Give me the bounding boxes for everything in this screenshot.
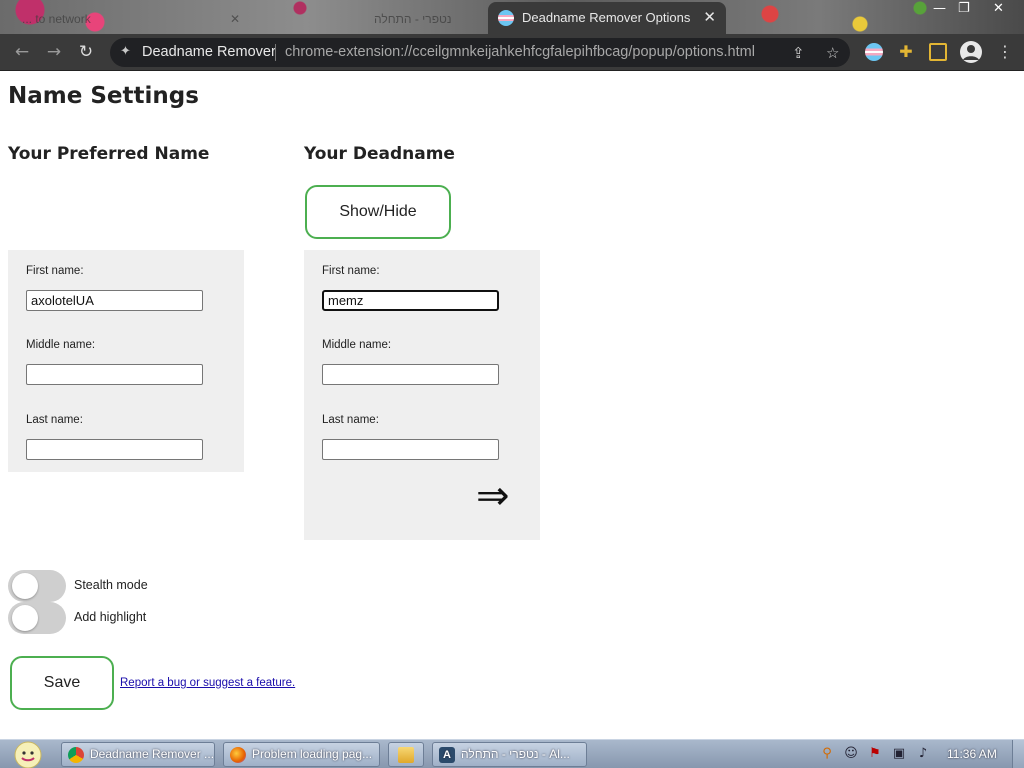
toggle-track[interactable] (8, 570, 66, 602)
taskbar-button-label: Problem loading pag... (252, 747, 373, 761)
deadname-card: First name: Middle name: Last name: ⇒ (304, 250, 540, 540)
deadname-middle-name-input[interactable] (322, 364, 499, 385)
taskbar-button-chrome[interactable]: Deadname Remover ... (61, 742, 215, 767)
address-separator (275, 44, 276, 61)
deadname-remover-extension-icon[interactable] (865, 43, 883, 61)
share-icon[interactable]: ⇪ (792, 44, 805, 62)
toggle-knob (12, 605, 38, 631)
firefox-icon (230, 747, 246, 763)
back-arrow-icon[interactable]: ← (12, 42, 32, 62)
chrome-icon (68, 747, 84, 763)
smiley-tray-icon[interactable]: ☺ (843, 746, 859, 762)
volume-tray-icon[interactable]: ♪ (915, 746, 931, 762)
preferred-first-name-input[interactable] (26, 290, 203, 311)
folder-icon (398, 747, 414, 763)
save-button[interactable]: Save (10, 656, 114, 710)
restore-window-icon[interactable]: ❐ (958, 1, 970, 16)
stealth-mode-label: Stealth mode (74, 578, 148, 592)
kebab-menu-icon[interactable]: ⋮ (996, 43, 1014, 61)
side-panel-icon[interactable] (929, 43, 947, 61)
site-name: Deadname Remover (142, 44, 276, 60)
add-highlight-label: Add highlight (74, 610, 147, 624)
browser-tab-strip: ... to network ✕ נטפרי - התחלה Deadname … (0, 0, 1024, 34)
flag-error-tray-icon[interactable]: ⚑ (867, 746, 883, 762)
taskbar-button-firefox[interactable]: Problem loading pag... (223, 742, 380, 767)
report-bug-link[interactable]: Report a bug or suggest a feature. (120, 677, 295, 689)
preferred-middle-name-input[interactable] (26, 364, 203, 385)
reload-icon[interactable]: ↻ (76, 42, 96, 62)
deadname-heading: Your Deadname (304, 144, 455, 164)
bookmark-star-icon[interactable]: ☆ (826, 44, 839, 62)
taskbar: Deadname Remover ... Problem loading pag… (0, 739, 1024, 768)
background-tab[interactable]: ... to network (22, 6, 91, 32)
active-tab[interactable]: Deadname Remover Options ✕ (488, 2, 726, 34)
background-tab-title: נטפרי - התחלה (374, 12, 452, 26)
deadname-last-name-label: Last name: (322, 414, 379, 426)
preferred-name-card: First name: Middle name: Last name: (8, 250, 244, 472)
background-tab[interactable]: נטפרי - התחלה (374, 6, 452, 32)
app-a-icon: A (439, 747, 455, 763)
preferred-middle-name-label: Middle name: (26, 339, 96, 351)
preferred-last-name-label: Last name: (26, 414, 83, 426)
profile-avatar-icon[interactable] (960, 41, 982, 63)
deadname-middle-name-label: Middle name: (322, 339, 392, 351)
forward-arrow-icon[interactable]: → (44, 42, 64, 62)
preferred-first-name-label: First name: (26, 265, 84, 277)
background-tab-close[interactable]: ✕ (230, 6, 240, 32)
deadname-first-name-label: First name: (322, 265, 380, 277)
toggle-track[interactable] (8, 602, 66, 634)
deadname-last-name-input[interactable] (322, 439, 499, 460)
close-tab-icon[interactable]: ✕ (703, 8, 716, 26)
taskbar-button-label: נטפרי - התחלה - Al... (461, 747, 570, 761)
network-tray-icon[interactable]: ▣ (891, 746, 907, 762)
taskbar-button-app[interactable]: A נטפרי - התחלה - Al... (432, 742, 587, 767)
extensions-puzzle-icon[interactable]: ✚ (897, 43, 915, 61)
close-window-icon[interactable]: ✕ (993, 1, 1004, 16)
url-text[interactable]: chrome-extension://cceilgmnkeijahkehfcgf… (285, 44, 755, 60)
background-tab-title: ... to network (22, 12, 91, 26)
preferred-name-heading: Your Preferred Name (8, 144, 210, 164)
puzzle-extension-icon: ✦ (120, 43, 131, 58)
address-bar[interactable]: ✦ Deadname Remover chrome-extension://cc… (110, 38, 850, 67)
options-page: Name Settings Your Preferred Name Your D… (0, 71, 1024, 739)
page-title: Name Settings (8, 83, 199, 109)
preferred-last-name-input[interactable] (26, 439, 203, 460)
trans-flag-favicon-icon (498, 10, 514, 26)
double-arrow-icon: ⇒ (476, 473, 510, 519)
search-tray-icon[interactable]: ⚲ (819, 746, 835, 762)
toggle-knob (12, 573, 38, 599)
taskbar-clock[interactable]: 11:36 AM (947, 747, 997, 761)
start-button[interactable] (10, 740, 46, 768)
taskbar-button-label: Deadname Remover ... (90, 747, 215, 761)
browser-toolbar: ← → ↻ ✦ Deadname Remover chrome-extensio… (0, 34, 1024, 71)
minimize-window-icon[interactable]: — (933, 1, 946, 16)
taskbar-button-explorer[interactable] (388, 742, 424, 767)
show-desktop-button[interactable] (1012, 740, 1024, 768)
active-tab-title: Deadname Remover Options (522, 10, 691, 25)
deadname-first-name-input[interactable] (322, 290, 499, 311)
show-hide-button[interactable]: Show/Hide (305, 185, 451, 239)
